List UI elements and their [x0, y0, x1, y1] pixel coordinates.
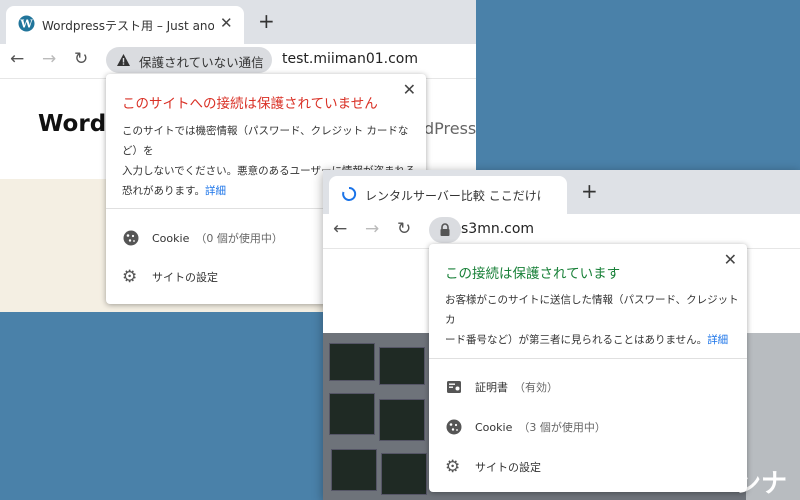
cookie-icon: [123, 230, 139, 246]
tab-title: レンタルサーバー比較 ここだけは押さえ: [365, 189, 541, 203]
wordpress-favicon: W: [18, 15, 35, 32]
site-settings-row[interactable]: ⚙ サイトの設定: [445, 455, 541, 479]
plus-icon[interactable]: +: [258, 9, 275, 33]
desc-line: 恐れがあります。: [122, 185, 205, 197]
close-icon[interactable]: ✕: [220, 14, 233, 32]
desc-line: このサイトでは機密情報（パスワード、クレジット カードなど）を: [122, 125, 409, 157]
popup-title: この接続は保護されています: [445, 266, 621, 282]
certificate-status: （有効）: [514, 381, 558, 394]
divider: [429, 358, 747, 359]
tab-title: Wordpressテスト用 – Just another: [42, 19, 214, 33]
svg-text:W: W: [19, 18, 33, 31]
gear-icon: ⚙: [122, 267, 138, 287]
cookie-row[interactable]: Cookie （3 個が使用中）: [445, 415, 606, 439]
tab-strip: レンタルサーバー比較 ここだけは押さえ +: [323, 170, 800, 214]
forward-arrow-icon[interactable]: →: [365, 219, 379, 239]
security-chip-label: 保護されていない通信: [139, 55, 264, 70]
reload-icon[interactable]: ↻: [74, 49, 88, 69]
popup-title: このサイトへの接続は保護されていません: [122, 96, 378, 112]
certificate-icon: [447, 381, 461, 393]
address-bar-url[interactable]: test.miiman01.com: [282, 51, 418, 67]
security-chip[interactable]: 保護されていない通信: [106, 47, 272, 73]
tab-strip: W Wordpressテスト用 – Just another ✕ +: [0, 0, 476, 44]
cookie-count: （0 個が使用中）: [195, 232, 283, 245]
desc-line: ード番号など）が第三者に見られることはありません。: [445, 334, 708, 346]
cookie-icon: [446, 419, 462, 435]
gear-icon: ⚙: [445, 457, 461, 477]
site-settings-row[interactable]: ⚙ サイトの設定: [122, 265, 218, 289]
popup-description: お客様がこのサイトに送信した情報（パスワード、クレジット カ ード番号など）が第…: [445, 290, 740, 350]
reload-icon[interactable]: ↻: [397, 219, 411, 239]
forward-arrow-icon[interactable]: →: [42, 49, 56, 69]
close-icon[interactable]: ✕: [403, 80, 416, 99]
desc-line: お客様がこのサイトに送信した情報（パスワード、クレジット カ: [445, 294, 739, 326]
lock-icon: [440, 223, 450, 236]
cookie-label: Cookie: [152, 231, 190, 245]
address-bar-url[interactable]: s3mn.com: [461, 221, 534, 237]
cookie-label: Cookie: [475, 420, 513, 434]
close-icon[interactable]: ✕: [724, 250, 737, 269]
loading-favicon: [342, 186, 357, 201]
browser-tab[interactable]: レンタルサーバー比較 ここだけは押さえ: [329, 176, 567, 214]
lock-chip[interactable]: [429, 217, 461, 243]
back-arrow-icon[interactable]: ←: [10, 49, 24, 69]
back-arrow-icon[interactable]: ←: [333, 219, 347, 239]
cookie-row[interactable]: Cookie （0 個が使用中）: [122, 226, 283, 250]
details-link[interactable]: 詳細: [205, 185, 226, 197]
site-settings-label: サイトの設定: [475, 461, 541, 474]
plus-icon[interactable]: +: [581, 179, 598, 203]
cookie-count: （3 個が使用中）: [518, 421, 606, 434]
browser-window-secure: レンタルサーバー比較 ここだけは押さえ + ← → ↻ s3mn.com ンナ …: [323, 170, 800, 500]
certificate-row[interactable]: 証明書 （有効）: [445, 375, 558, 399]
page-heading-tail: dPress: [424, 119, 476, 138]
site-settings-label: サイトの設定: [152, 271, 218, 284]
site-info-popup: この接続は保護されています ✕ お客様がこのサイトに送信した情報（パスワード、ク…: [429, 244, 747, 492]
details-link[interactable]: 詳細: [707, 334, 728, 346]
warning-icon: [117, 54, 130, 66]
certificate-label: 証明書: [475, 381, 508, 394]
browser-tab[interactable]: W Wordpressテスト用 – Just another ✕: [6, 6, 244, 44]
